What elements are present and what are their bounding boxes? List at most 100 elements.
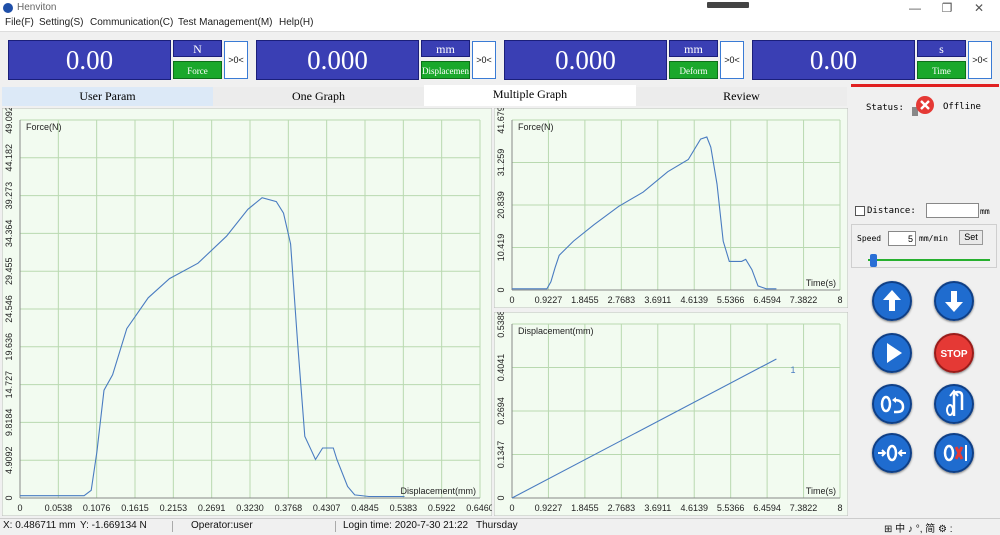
y-tick-label: 31.259 [496, 149, 506, 177]
x-tick-label: 0.4845 [351, 503, 379, 513]
tab-multiple-graph[interactable]: Multiple Graph [424, 85, 636, 106]
x-tick-label: 3.6911 [644, 503, 671, 513]
x-tick-label: 7.3822 [790, 295, 818, 305]
tab-one-graph[interactable]: One Graph [213, 87, 424, 106]
y-tick-label: 19.636 [4, 333, 14, 361]
y-tick-label: 0.4041 [496, 354, 506, 382]
x-tick-label: 0.5922 [428, 503, 456, 513]
x-tick-label: 3.6911 [644, 295, 671, 305]
menu-setting[interactable]: Setting(S) [39, 17, 83, 28]
x-tick-label: 0 [17, 503, 22, 513]
y-tick-label: 44.182 [4, 144, 14, 172]
x-tick-label: 4.6139 [680, 503, 708, 513]
speed-slider-track[interactable] [868, 259, 990, 261]
y-tick-label: 10.419 [496, 234, 506, 262]
move-up-button[interactable] [872, 281, 912, 321]
distance-label: Distance: [867, 206, 916, 216]
y-axis-title: Displacement(mm) [518, 326, 594, 336]
clear-zero-button[interactable] [934, 433, 974, 473]
y-tick-label: 39.273 [4, 182, 14, 210]
y-tick-label: 41.679 [496, 108, 506, 134]
deform-zero-button[interactable]: >0< [720, 41, 744, 79]
cursor-y-readout: Y: -1.669134 N [80, 520, 147, 531]
x-axis-title: Displacement(mm) [400, 486, 476, 496]
stop-button[interactable]: STOP [934, 333, 974, 373]
displacement-unit: mm [421, 40, 470, 57]
x-tick-label: 6.4594 [753, 295, 781, 305]
y-tick-label: 0.1347 [496, 441, 506, 469]
force-unit: N [173, 40, 222, 57]
time-label: Time [917, 61, 966, 79]
deform-unit: mm [669, 40, 718, 57]
zero-reset-button[interactable] [872, 433, 912, 473]
x-axis-title: Time(s) [806, 486, 836, 496]
y-tick-label: 49.092 [4, 108, 14, 134]
tab-review[interactable]: Review [636, 87, 847, 106]
x-tick-label: 0.0538 [45, 503, 73, 513]
x-tick-label: 0.1076 [83, 503, 111, 513]
force-label: Force [173, 61, 222, 79]
weekday-label: Thursday [476, 520, 518, 531]
y-tick-label: 0 [4, 495, 14, 500]
x-tick-label: 7.3822 [790, 503, 818, 513]
app-logo-icon [3, 3, 13, 13]
y-tick-label: 14.727 [4, 371, 14, 399]
title-bar: Henviton — ❐ ✕ [0, 0, 1000, 16]
x-tick-label: 2.7683 [608, 295, 636, 305]
speed-slider-thumb[interactable] [870, 254, 878, 267]
y-tick-label: 34.364 [4, 220, 14, 248]
close-window-button[interactable]: ✕ [964, 0, 994, 16]
status-label: Status: [866, 103, 904, 113]
move-down-button[interactable] [934, 281, 974, 321]
window-drag-handle[interactable] [707, 2, 749, 8]
x-tick-label: 0.5383 [390, 503, 418, 513]
reverse-button[interactable] [934, 384, 974, 424]
x-tick-label: 0.9227 [535, 503, 563, 513]
deform-readout: 0.000 [504, 40, 667, 80]
series-annotation: 1 [790, 365, 795, 375]
y-axis-title: Force(N) [26, 122, 62, 132]
x-tick-label: 5.5366 [717, 295, 745, 305]
time-zero-button[interactable]: >0< [968, 41, 992, 79]
x-tick-label: 0.2153 [160, 503, 188, 513]
y-tick-label: 24.546 [4, 295, 14, 323]
x-tick-label: 4.6139 [680, 295, 708, 305]
displacement-zero-button[interactable]: >0< [472, 41, 496, 79]
menu-help[interactable]: Help(H) [279, 17, 313, 28]
x-tick-label: 0.6460 [466, 503, 492, 513]
menu-communication[interactable]: Communication(C) [90, 17, 173, 28]
start-button[interactable] [872, 333, 912, 373]
menu-file[interactable]: File(F) [5, 17, 34, 28]
maximize-button[interactable]: ❐ [932, 0, 962, 16]
force-time-chart: 0 0.9227 1.8455 2.7683 3.6911 4.6139 5.5366 6.4… [494, 108, 848, 308]
displacement-label: Displacement [421, 61, 470, 79]
x-tick-label: 2.7683 [608, 503, 636, 513]
status-bar: X: 0.486711 mm Y: -1.669134 N Operator:u… [0, 518, 1000, 535]
x-tick-label: 1.8455 [571, 503, 599, 513]
displacement-time-chart: 0 0.9227 1.8455 2.7683 3.6911 4.6139 5.5366 6.4… [494, 312, 848, 516]
x-tick-label: 0.2691 [198, 503, 226, 513]
y-tick-label: 9.8184 [4, 409, 14, 437]
x-tick-label: 0 [509, 295, 514, 305]
distance-checkbox[interactable] [855, 206, 865, 216]
minimize-button[interactable]: — [900, 0, 930, 16]
y-tick-label: 0 [496, 287, 506, 292]
tab-user-param[interactable]: User Param [2, 87, 213, 106]
x-tick-label: 0.1615 [121, 503, 149, 513]
statusbar-divider [172, 521, 173, 532]
force-readout: 0.00 [8, 40, 171, 80]
x-tick-label: 1.8455 [571, 295, 599, 305]
menu-test-management[interactable]: Test Management(M) [178, 17, 272, 28]
x-tick-label: 0.3230 [236, 503, 264, 513]
time-readout: 0.00 [752, 40, 915, 80]
speed-input[interactable] [888, 231, 916, 246]
force-zero-button[interactable]: >0< [224, 41, 248, 79]
return-button[interactable] [872, 384, 912, 424]
status-value: Offline [943, 102, 981, 112]
distance-input[interactable] [926, 203, 979, 218]
speed-set-button[interactable]: Set [959, 230, 983, 245]
x-tick-label: 5.5366 [717, 503, 745, 513]
x-tick-label: 0 [509, 503, 514, 513]
app-title: Henviton [17, 2, 57, 13]
chart-area: 0 0.0538 0.1076 0.1615 0.2153 0.2691 0.3230 0.3… [0, 106, 849, 518]
